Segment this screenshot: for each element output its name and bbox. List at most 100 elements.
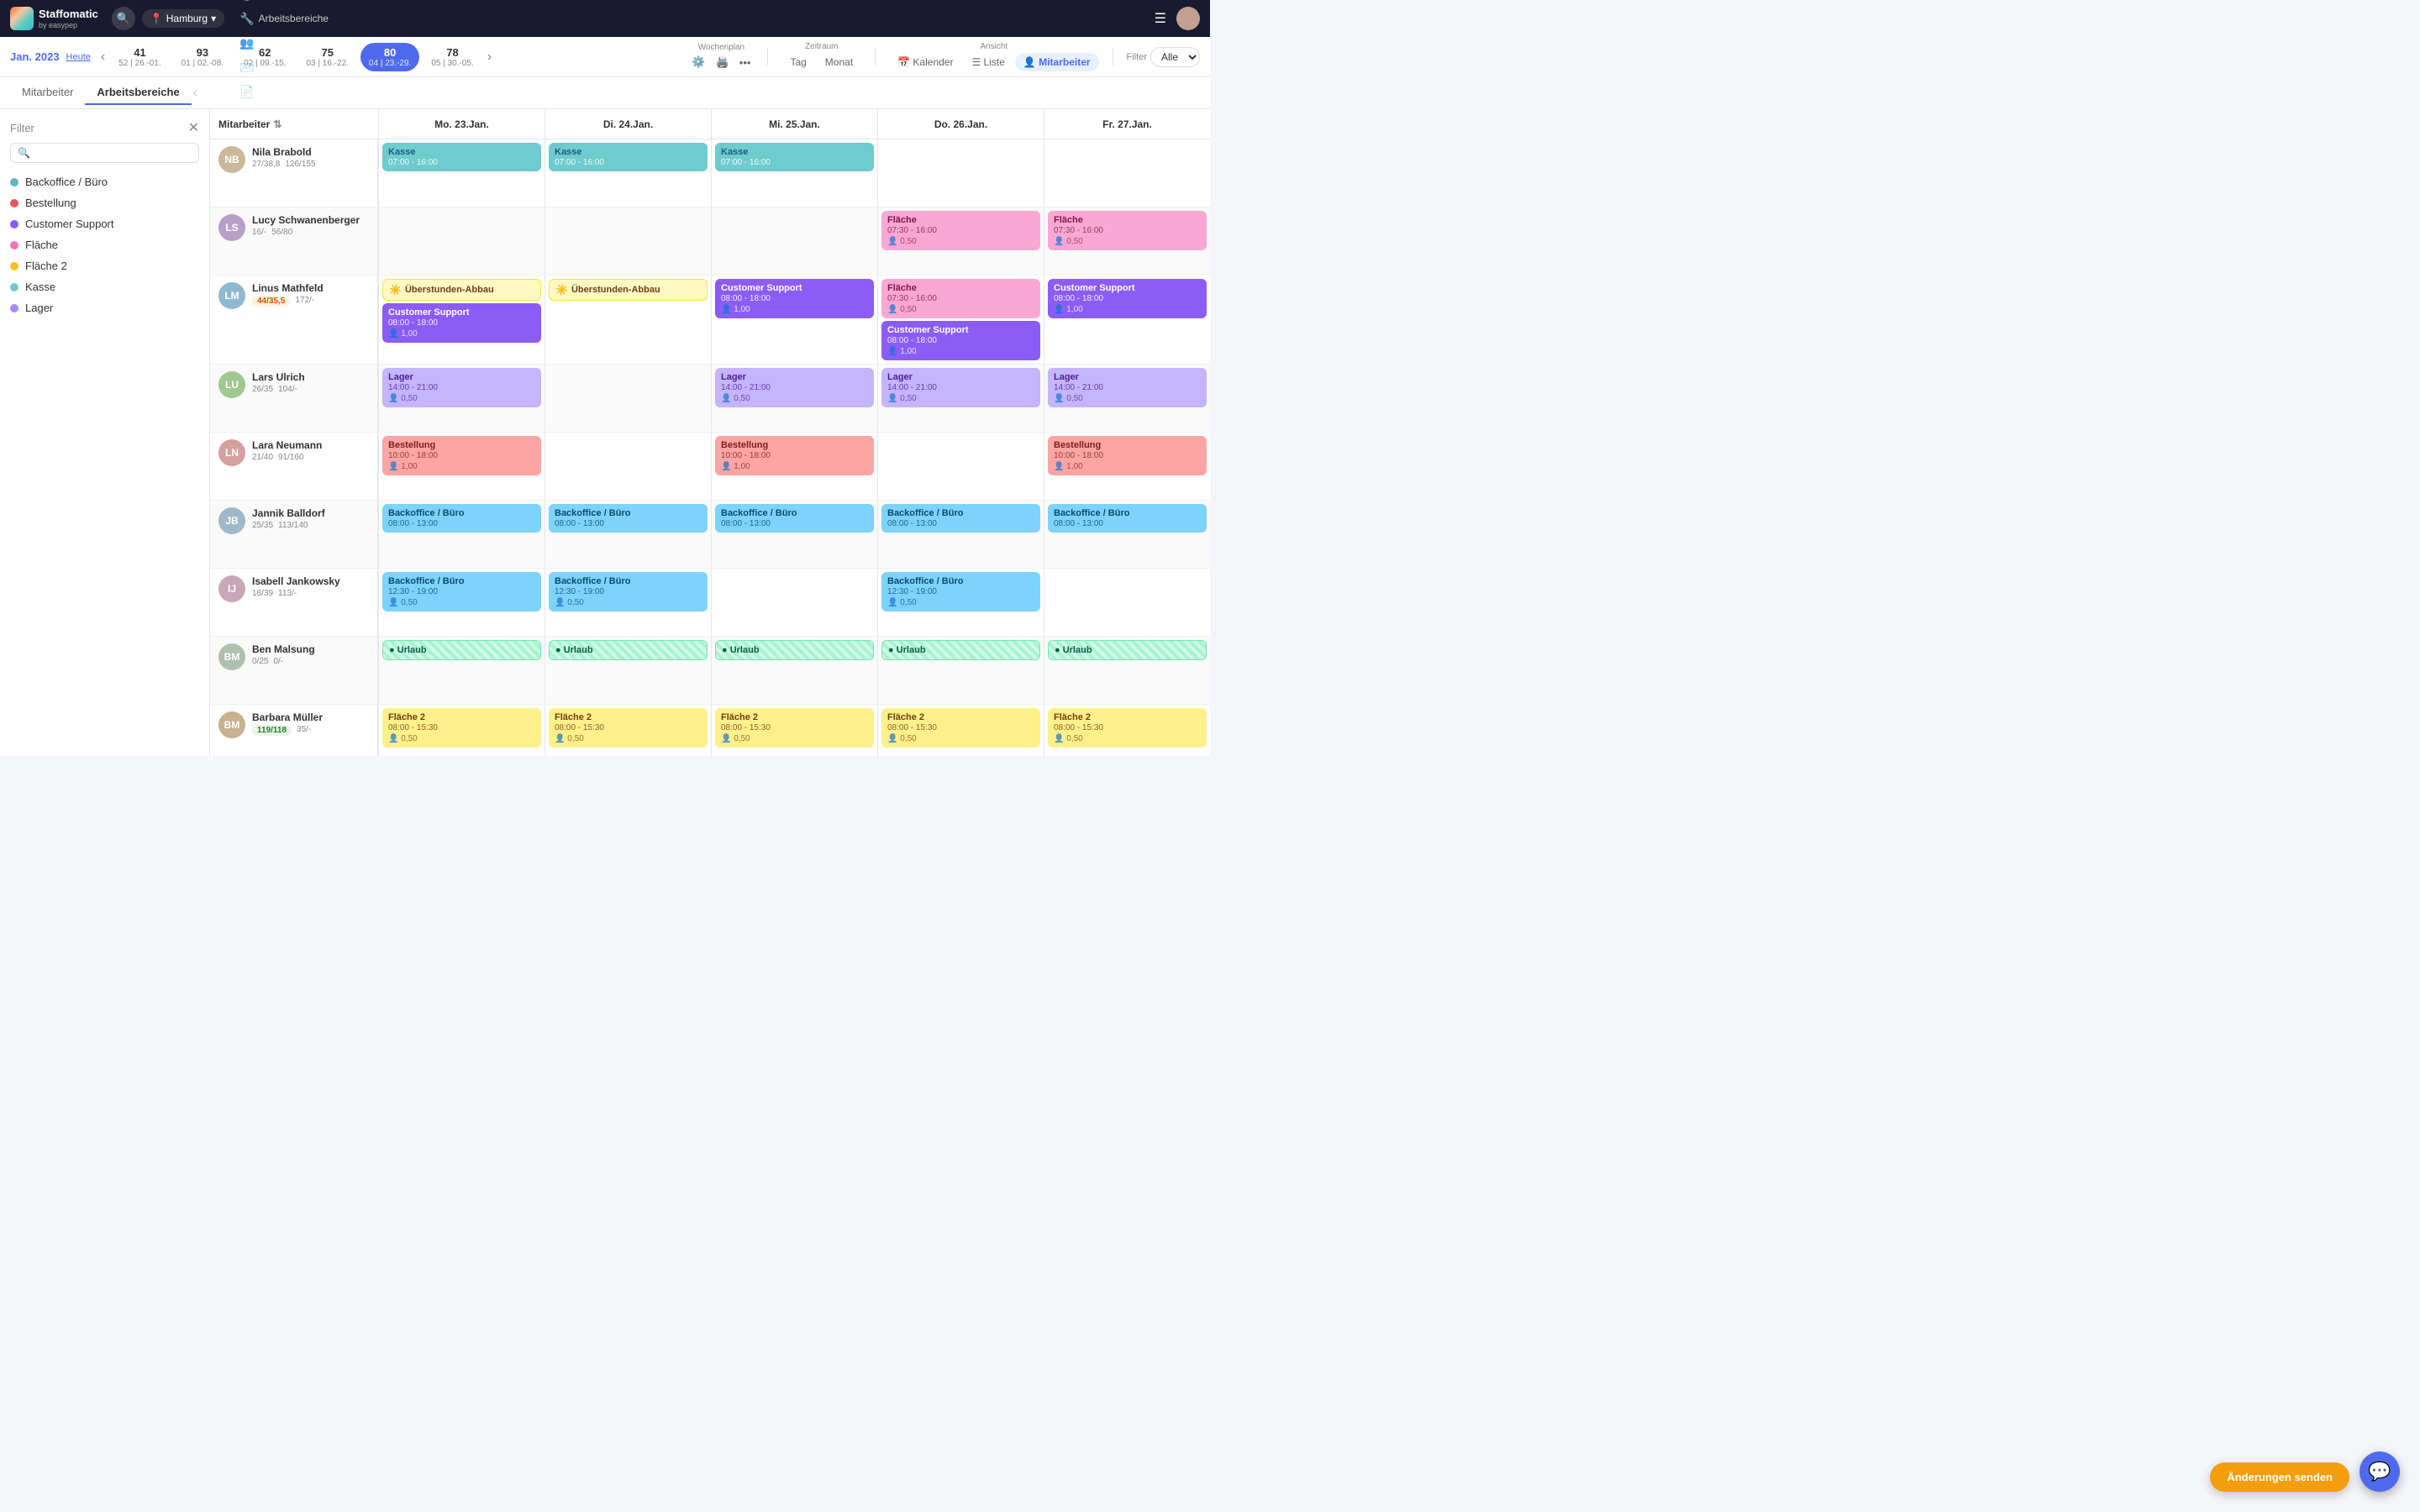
shift-card[interactable]: Fläche07:30 - 16:00👤 0,50 — [1048, 211, 1207, 250]
day-cell[interactable]: Fläche07:30 - 16:00👤 0,50Customer Suppor… — [877, 276, 1044, 364]
day-cell[interactable] — [877, 433, 1044, 500]
week-pill-3[interactable]: 7503 | 16.-22. — [298, 43, 357, 71]
shift-card[interactable]: Fläche 208:00 - 15:30👤 0,50 — [549, 708, 708, 748]
filter-dropdown[interactable]: Alle — [1150, 47, 1200, 67]
day-cell[interactable] — [544, 365, 711, 432]
filter-item-kasse[interactable]: Kasse — [10, 276, 199, 297]
shift-card[interactable]: Backoffice / Büro12:30 - 19:00👤 0,50 — [382, 572, 541, 612]
shift-card[interactable]: Kasse07:00 - 16:00 — [549, 143, 708, 171]
subtab-mitarbeiter[interactable]: Mitarbeiter — [10, 81, 85, 105]
filter-item-customer-support[interactable]: Customer Support — [10, 213, 199, 234]
shift-card[interactable]: Customer Support08:00 - 18:00👤 1,00 — [382, 303, 541, 343]
shift-card[interactable]: Backoffice / Büro08:00 - 13:00 — [1048, 504, 1207, 533]
week-pill-2[interactable]: 6202 | 09.-15. — [235, 43, 294, 71]
week-pill-1[interactable]: 9301 | 02.-08. — [173, 43, 232, 71]
day-cell[interactable]: Bestellung10:00 - 18:00👤 1,00 — [378, 433, 544, 500]
shift-card[interactable]: Customer Support08:00 - 18:00👤 1,00 — [1048, 279, 1207, 318]
day-cell[interactable]: Backoffice / Büro12:30 - 19:00👤 0,50 — [877, 569, 1044, 636]
search-input[interactable] — [35, 147, 192, 159]
shift-card[interactable]: Backoffice / Büro12:30 - 19:00👤 0,50 — [881, 572, 1040, 612]
shift-card[interactable]: Kasse07:00 - 16:00 — [715, 143, 874, 171]
search-button[interactable]: 🔍 — [112, 7, 135, 30]
clear-filter-button[interactable]: ✕ — [188, 119, 199, 136]
nav-item-arbeitsbereiche[interactable]: 🔧Arbeitsbereiche — [231, 7, 337, 31]
day-cell[interactable]: Lager14:00 - 21:00👤 0,50 — [378, 365, 544, 432]
day-cell[interactable]: Backoffice / Büro08:00 - 13:00 — [877, 501, 1044, 568]
day-cell[interactable] — [711, 207, 877, 275]
shift-card[interactable]: Customer Support08:00 - 18:00👤 1,00 — [715, 279, 874, 318]
today-button[interactable]: Heute — [66, 52, 91, 62]
day-cell[interactable]: Fläche07:30 - 16:00👤 0,50 — [1044, 207, 1210, 275]
shift-card[interactable]: ☀️Überstunden-Abbau — [382, 279, 541, 301]
day-cell[interactable]: Bestellung10:00 - 18:00👤 1,00 — [711, 433, 877, 500]
day-cell[interactable]: Fläche 208:00 - 15:30👤 0,50 — [378, 705, 544, 756]
filter-item-fläche[interactable]: Fläche — [10, 234, 199, 255]
day-cell[interactable]: ● Urlaub — [378, 637, 544, 704]
shift-card[interactable]: Lager14:00 - 21:00👤 0,50 — [715, 368, 874, 407]
shift-card[interactable]: Bestellung10:00 - 18:00👤 1,00 — [715, 436, 874, 475]
print-icon[interactable]: 🖨️ — [713, 54, 733, 71]
day-cell[interactable]: ☀️Überstunden-AbbauCustomer Support08:00… — [378, 276, 544, 364]
shift-card[interactable]: ● Urlaub — [1048, 640, 1207, 660]
filter-item-bestellung[interactable]: Bestellung — [10, 192, 199, 213]
day-cell[interactable]: Lager14:00 - 21:00👤 0,50 — [877, 365, 1044, 432]
day-cell[interactable]: Kasse07:00 - 16:00 — [711, 139, 877, 207]
shift-card[interactable]: ● Urlaub — [715, 640, 874, 660]
day-cell[interactable]: Fläche 208:00 - 15:30👤 0,50 — [711, 705, 877, 756]
shift-card[interactable]: Fläche 208:00 - 15:30👤 0,50 — [881, 708, 1040, 748]
shift-card[interactable]: ● Urlaub — [382, 640, 541, 660]
shift-card[interactable]: Kasse07:00 - 16:00 — [382, 143, 541, 171]
filter-item-lager[interactable]: Lager — [10, 297, 199, 318]
day-cell[interactable] — [1044, 139, 1210, 207]
day-cell[interactable]: Backoffice / Büro12:30 - 19:00👤 0,50 — [378, 569, 544, 636]
shift-card[interactable]: Backoffice / Büro08:00 - 13:00 — [881, 504, 1040, 533]
save-button[interactable]: Änderungen senden — [2210, 1462, 2349, 1492]
nav-item-protokoll[interactable]: 📄Protokoll — [231, 80, 337, 104]
shift-card[interactable]: Bestellung10:00 - 18:00👤 1,00 — [382, 436, 541, 475]
day-cell[interactable] — [544, 433, 711, 500]
day-cell[interactable]: Bestellung10:00 - 18:00👤 1,00 — [1044, 433, 1210, 500]
day-cell[interactable] — [1044, 569, 1210, 636]
user-avatar[interactable] — [1176, 7, 1200, 30]
shift-card[interactable]: Fläche07:30 - 16:00👤 0,50 — [881, 211, 1040, 250]
day-cell[interactable] — [544, 207, 711, 275]
day-cell[interactable]: ● Urlaub — [711, 637, 877, 704]
day-cell[interactable]: Backoffice / Büro12:30 - 19:00👤 0,50 — [544, 569, 711, 636]
shift-card[interactable]: Lager14:00 - 21:00👤 0,50 — [881, 368, 1040, 407]
week-pill-5[interactable]: 7805 | 30.-05. — [423, 43, 481, 71]
shift-card[interactable]: Fläche07:30 - 16:00👤 0,50 — [881, 279, 1040, 318]
day-cell[interactable]: ● Urlaub — [1044, 637, 1210, 704]
day-cell[interactable]: Lager14:00 - 21:00👤 0,50 — [1044, 365, 1210, 432]
chat-button[interactable]: 💬 — [2360, 1452, 2400, 1492]
next-week-button[interactable]: › — [482, 48, 497, 66]
shift-card[interactable]: Backoffice / Büro08:00 - 13:00 — [549, 504, 708, 533]
shift-card[interactable]: Lager14:00 - 21:00👤 0,50 — [1048, 368, 1207, 407]
day-cell[interactable]: Kasse07:00 - 16:00 — [378, 139, 544, 207]
day-cell[interactable]: Fläche 208:00 - 15:30👤 0,50 — [1044, 705, 1210, 756]
day-cell[interactable]: Lager14:00 - 21:00👤 0,50 — [711, 365, 877, 432]
subtab-arbeitsbereiche[interactable]: Arbeitsbereiche — [85, 81, 191, 105]
day-cell[interactable]: Backoffice / Büro08:00 - 13:00 — [378, 501, 544, 568]
day-cell[interactable]: Backoffice / Büro08:00 - 13:00 — [544, 501, 711, 568]
day-cell[interactable] — [711, 569, 877, 636]
more-icon[interactable]: ••• — [736, 55, 755, 71]
nav-item-zeiterfassung[interactable]: ⏱️Zeiterfassung — [231, 0, 337, 7]
day-cell[interactable]: Customer Support08:00 - 18:00👤 1,00 — [711, 276, 877, 364]
day-cell[interactable]: Fläche 208:00 - 15:30👤 0,50 — [544, 705, 711, 756]
shift-card[interactable]: ☀️Überstunden-Abbau — [549, 279, 708, 301]
day-cell[interactable] — [378, 207, 544, 275]
day-cell[interactable]: ☀️Überstunden-Abbau — [544, 276, 711, 364]
day-cell[interactable] — [877, 139, 1044, 207]
collapse-sidebar-icon[interactable]: ‹ — [193, 86, 197, 101]
shift-card[interactable]: Backoffice / Büro12:30 - 19:00👤 0,50 — [549, 572, 708, 612]
shift-card[interactable]: Lager14:00 - 21:00👤 0,50 — [382, 368, 541, 407]
settings-icon[interactable]: ⚙️ — [688, 54, 708, 71]
day-cell[interactable]: ● Urlaub — [544, 637, 711, 704]
shift-card[interactable]: Fläche 208:00 - 15:30👤 0,50 — [1048, 708, 1207, 748]
shift-card[interactable]: Bestellung10:00 - 18:00👤 1,00 — [1048, 436, 1207, 475]
tab-tag[interactable]: Tag — [781, 53, 814, 71]
menu-icon[interactable]: ☰ — [1151, 7, 1170, 30]
tab-liste[interactable]: ☰ Liste — [963, 53, 1013, 71]
day-cell[interactable]: Fläche 208:00 - 15:30👤 0,50 — [877, 705, 1044, 756]
tab-monat[interactable]: Monat — [817, 53, 861, 71]
